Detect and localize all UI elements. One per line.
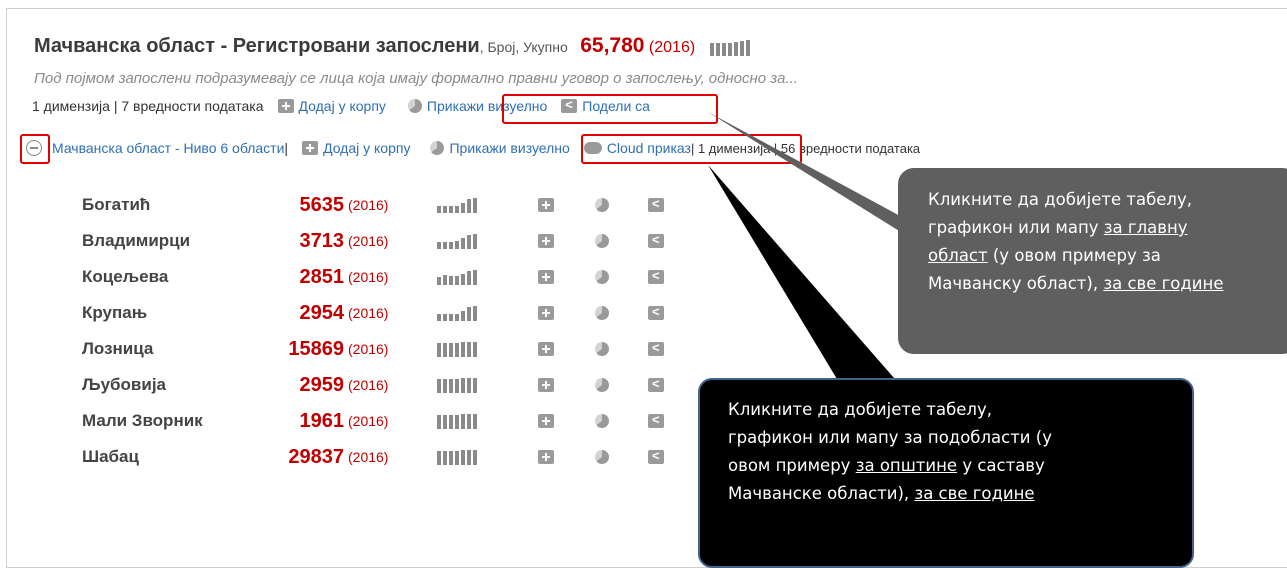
- callout-sub-line3c: у саставу: [957, 456, 1045, 475]
- callout-main-line1: Кликните да добијете табелу,: [928, 190, 1192, 209]
- callout-main-line2b: за главну: [1103, 218, 1188, 237]
- callout-sub-line2: графикон или мапу за подобласти (у: [728, 428, 1052, 447]
- callout-sub-line4a: Мачванске области),: [728, 484, 915, 503]
- callout-sub-line3a: овом примеру: [728, 456, 856, 475]
- callout-sub-line3b: за општине: [855, 456, 958, 475]
- callout-sub: Кликните да добијете табелу, графикон ил…: [698, 378, 1194, 568]
- callout-main-line2a: графикон или мапу: [928, 218, 1104, 237]
- callout-main-line4a: Мачванску област),: [928, 274, 1104, 293]
- callout-main-line4b: за све године: [1103, 274, 1224, 293]
- callout-main-line3a: област: [928, 246, 988, 265]
- callout-sub-line4b: за све године: [914, 484, 1035, 503]
- callout-main: Кликните да добијете табелу, графикон ил…: [898, 168, 1287, 354]
- callout-sub-tail: [708, 165, 908, 394]
- callout-sub-line1: Кликните да добијете табелу,: [728, 400, 992, 419]
- callout-main-line3b: (у овом примеру за: [987, 246, 1161, 265]
